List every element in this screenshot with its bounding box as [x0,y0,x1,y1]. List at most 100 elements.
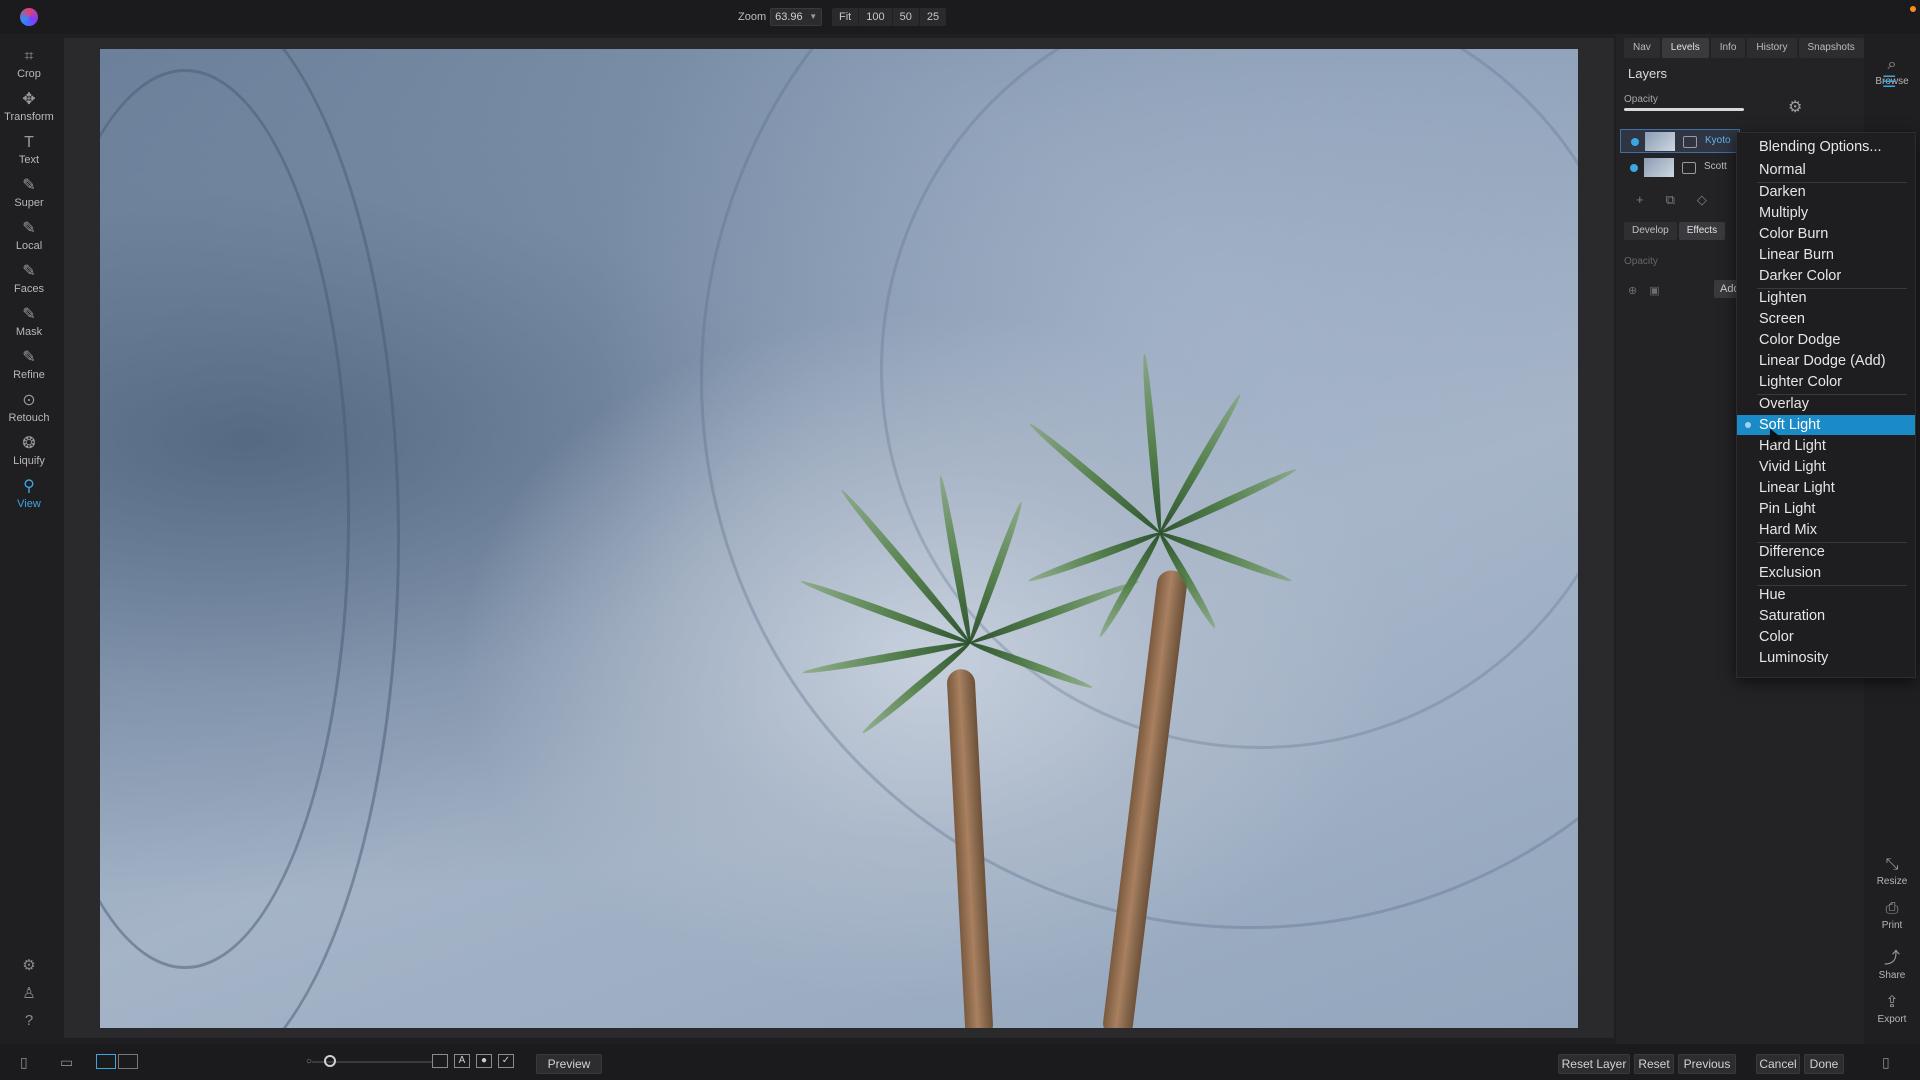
square-mode-icon[interactable] [432,1054,448,1068]
zoom-presets: Fit 100 50 25 [832,8,947,26]
tool-refine[interactable]: ✎ Refine [0,347,58,389]
lock-icon[interactable]: ⊕ [1628,284,1637,297]
blend-option[interactable]: Multiply [1737,203,1915,223]
done-button[interactable]: Done [1804,1054,1844,1074]
text-icon: T [24,134,34,151]
add-layer-icon[interactable]: + [1636,192,1644,208]
toggle-right-panel-icon[interactable]: ▯ [1882,1054,1890,1071]
chevron-down-icon[interactable]: ▼ [809,9,817,25]
tab-effects[interactable]: Effects [1678,222,1726,240]
duplicate-layer-icon[interactable]: ⧉ [1666,192,1675,208]
blend-option[interactable]: Saturation [1737,606,1915,626]
blend-option[interactable]: Screen [1737,309,1915,329]
cancel-button[interactable]: Cancel [1756,1054,1800,1074]
zoom-100-button[interactable]: 100 [859,8,893,26]
blend-option[interactable]: Luminosity [1737,648,1915,668]
help-icon[interactable]: ? [0,1012,58,1029]
toggle-left-panel-icon[interactable]: ▯ [20,1054,28,1071]
layer-thumbnail [1644,158,1674,177]
reset-layer-button[interactable]: Reset Layer [1558,1054,1630,1074]
blend-option[interactable]: Lighter Color [1737,372,1915,392]
tab-info[interactable]: Info [1710,38,1746,58]
blend-option[interactable]: Linear Dodge (Add) [1737,351,1915,371]
tool-local[interactable]: ✎ Local [0,218,58,260]
tool-mask[interactable]: ✎ Mask [0,304,58,346]
blend-option[interactable]: Darker Color [1737,266,1915,286]
blend-option[interactable]: Blending Options... [1737,137,1915,157]
layer-actions: + ⧉ ◇ [1636,192,1707,208]
blend-option[interactable]: Vivid Light [1737,457,1915,477]
blend-option[interactable]: Overlay [1737,394,1915,414]
tool-super[interactable]: ✎ Super [0,175,58,217]
bottom-bar: ▯ ▭ ○ A ● ✓ Preview Reset Layer Reset Pr… [0,1044,1920,1080]
blend-mode-menu: Blending Options... Normal Darken Multip… [1736,132,1916,678]
adjustments-icon[interactable]: ☰ [1882,72,1896,92]
view-mode-toggle [96,1054,138,1069]
blend-option[interactable]: Difference [1737,542,1915,562]
reset-button[interactable]: Reset [1634,1054,1674,1074]
visibility-icon[interactable] [1630,164,1638,172]
print-button[interactable]: ⎙ Print [1864,898,1920,931]
mask-icon[interactable] [1682,162,1696,174]
blend-option[interactable]: Linear Light [1737,478,1915,498]
photo-canvas[interactable] [100,49,1578,1028]
tab-levels[interactable]: Levels [1661,38,1709,58]
tool-retouch[interactable]: ⊙ Retouch [0,390,58,432]
app-logo-icon [20,8,38,26]
blend-option[interactable]: Normal [1737,160,1915,180]
erase-layer-icon[interactable]: ◇ [1697,192,1707,208]
zoom-50-button[interactable]: 50 [893,8,920,26]
mask-icon[interactable] [1683,136,1697,148]
circle-mode-icon[interactable]: ● [476,1054,492,1068]
layer-mask-icon[interactable]: ▣ [1649,284,1659,297]
check-mode-icon[interactable]: ✓ [498,1054,514,1068]
blend-option[interactable]: Color Burn [1737,224,1915,244]
blend-option[interactable]: Pin Light [1737,499,1915,519]
export-button[interactable]: ⇪ Export [1864,992,1920,1025]
tool-transform[interactable]: ✥ Transform [0,89,58,131]
brush-size-knob[interactable] [324,1055,336,1067]
mini-icons: ⊕ ▣ [1628,284,1660,297]
tool-liquify[interactable]: ❂ Liquify [0,433,58,475]
account-icon[interactable]: ♙ [0,984,58,1002]
filmstrip-icon[interactable]: ▭ [60,1054,73,1071]
blend-option[interactable]: Darken [1737,182,1915,202]
blend-option[interactable]: Color [1737,627,1915,647]
single-view-button[interactable] [96,1054,116,1069]
blend-option[interactable]: Hue [1737,585,1915,605]
tool-view[interactable]: ⚲ View [0,476,58,518]
compare-view-button[interactable] [118,1054,138,1069]
tab-history[interactable]: History [1747,38,1797,58]
tool-faces[interactable]: ✎ Faces [0,261,58,303]
print-icon: ⎙ [1885,900,1899,917]
gear-icon[interactable]: ⚙ [1788,97,1802,117]
layer-row[interactable]: Scott [1620,156,1740,180]
auto-mode-icon[interactable]: A [454,1054,470,1068]
resize-button[interactable]: ⤡ Resize [1864,854,1920,887]
local-brush-icon: ✎ [22,220,36,237]
blend-option[interactable]: Exclusion [1737,563,1915,583]
blend-option[interactable]: Color Dodge [1737,330,1915,350]
blend-option[interactable]: Linear Burn [1737,245,1915,265]
share-button[interactable]: ⤴ Share [1864,948,1920,981]
tab-snapshots[interactable]: Snapshots [1798,38,1864,58]
opacity-slider[interactable] [1624,108,1744,111]
blend-option[interactable]: Hard Light [1737,436,1915,456]
tool-crop[interactable]: ⌗ Crop [0,46,58,88]
tab-develop[interactable]: Develop [1624,222,1677,240]
blend-option[interactable]: Hard Mix [1737,520,1915,540]
zoom-25-button[interactable]: 25 [920,8,946,26]
preview-button[interactable]: Preview [536,1054,602,1074]
tab-nav[interactable]: Nav [1624,38,1660,58]
photo-editor-window: Zoom 63.96 ▼ Fit 100 50 25 ⌗ Crop ✥ Transf… [0,0,1920,1080]
zoom-label: Zoom [738,11,767,23]
blend-option[interactable]: Lighten [1737,288,1915,308]
liquify-icon: ❂ [22,435,36,452]
previous-button[interactable]: Previous [1678,1054,1736,1074]
tool-text[interactable]: T Text [0,132,58,174]
plugins-icon[interactable]: ⚙ [0,956,58,974]
layer-row[interactable]: Kyoto [1620,129,1740,153]
zoom-fit-button[interactable]: Fit [832,8,860,26]
zoom-input[interactable]: 63.96 ▼ [770,8,823,26]
visibility-icon[interactable] [1631,138,1639,146]
